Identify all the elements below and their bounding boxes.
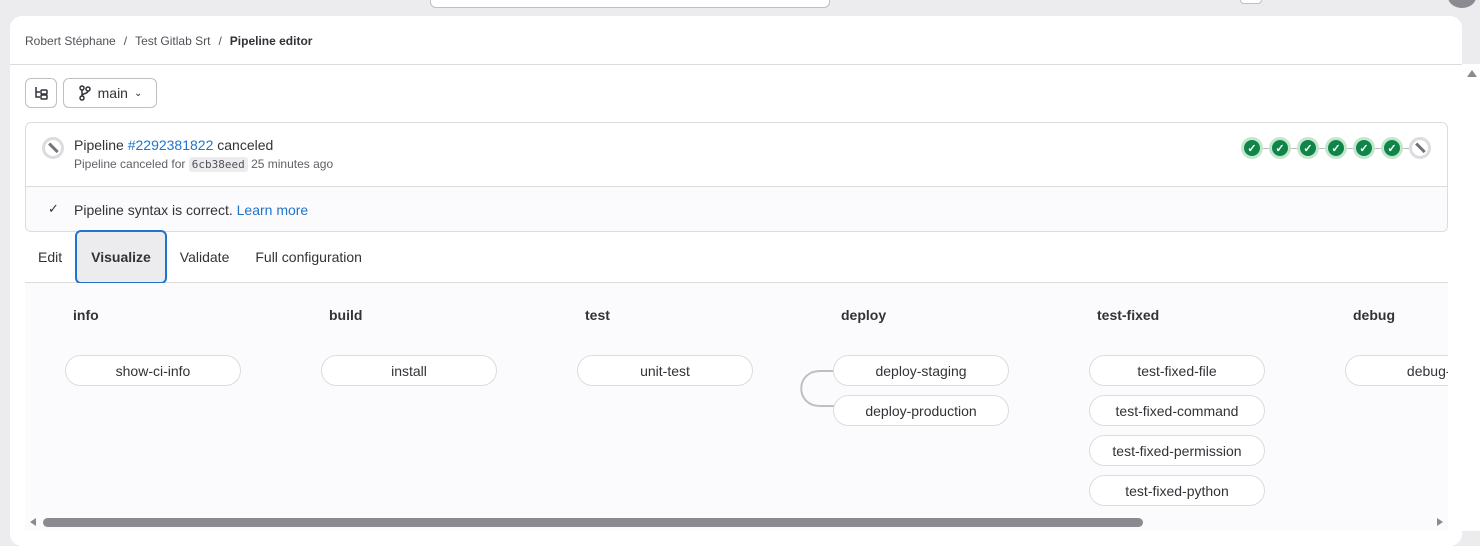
mini-pipeline-graph: ✓ ✓ ✓ ✓ ✓ ✓ xyxy=(1241,137,1431,159)
tab-validate[interactable]: Validate xyxy=(167,232,243,283)
divider xyxy=(10,64,1480,65)
chevron-down-icon: ⌄ xyxy=(133,87,143,99)
tab-visualize[interactable]: Visualize xyxy=(75,230,167,284)
stage-header: info xyxy=(73,307,99,323)
job-pill[interactable]: unit-test xyxy=(577,355,753,386)
pipeline-time: 25 minutes ago xyxy=(251,157,334,171)
commit-sha[interactable]: 6cb38eed xyxy=(188,157,248,172)
tab-edit[interactable]: Edit xyxy=(25,232,75,283)
validation-message: Pipeline syntax is correct. xyxy=(74,202,233,218)
job-pill[interactable]: test-fixed-file xyxy=(1089,355,1265,386)
validation-bar: ✓ Pipeline syntax is correct. Learn more xyxy=(26,186,1447,231)
file-tree-icon xyxy=(35,87,48,100)
pipeline-subtitle: Pipeline canceled for 6cb38eed 25 minute… xyxy=(74,157,334,172)
pipeline-label: Pipeline xyxy=(74,137,124,153)
scroll-right-icon[interactable] xyxy=(1437,518,1443,526)
scroll-up-icon[interactable] xyxy=(1467,70,1477,77)
stage-canceled-icon[interactable] xyxy=(1409,137,1431,159)
branch-name: main xyxy=(97,85,128,101)
pipeline-title: Pipeline #2292381822 canceled xyxy=(74,137,273,153)
stage-header: deploy xyxy=(841,307,887,323)
branch-selector[interactable]: main ⌄ xyxy=(63,78,157,108)
stage-success-icon[interactable]: ✓ xyxy=(1381,137,1403,159)
pipeline-link[interactable]: #2292381822 xyxy=(128,137,214,153)
vertical-scrollbar[interactable] xyxy=(1462,64,1480,531)
editor-tabs: Edit Visualize Validate Full configurati… xyxy=(25,230,1448,284)
check-icon: ✓ xyxy=(48,201,59,216)
stage-header: debug xyxy=(1353,307,1395,323)
learn-more-link[interactable]: Learn more xyxy=(237,202,309,218)
file-tree-button[interactable] xyxy=(25,78,57,108)
stage-success-icon[interactable]: ✓ xyxy=(1297,137,1319,159)
top-bar-button[interactable] xyxy=(1240,0,1262,4)
stage-header: build xyxy=(329,307,363,323)
tab-full-configuration[interactable]: Full configuration xyxy=(242,232,375,283)
job-pill[interactable]: deploy-production xyxy=(833,395,1009,426)
stage-success-icon[interactable]: ✓ xyxy=(1353,137,1375,159)
breadcrumb: Robert Stéphane / Test Gitlab Srt / Pipeli… xyxy=(25,34,313,48)
job-pill[interactable]: test-fixed-permission xyxy=(1089,435,1265,466)
pipeline-graph: info show-ci-info build install test unit-tes… xyxy=(25,283,1448,531)
subtitle-text: Pipeline canceled for xyxy=(74,157,186,171)
pipeline-status-text: canceled xyxy=(217,137,274,153)
stage-success-icon[interactable]: ✓ xyxy=(1241,137,1263,159)
breadcrumb-project[interactable]: Test Gitlab Srt xyxy=(135,34,210,48)
breadcrumb-current[interactable]: Pipeline editor xyxy=(230,34,313,48)
stage-success-icon[interactable]: ✓ xyxy=(1325,137,1347,159)
pipeline-status-box: Pipeline #2292381822 canceled Pipeline c… xyxy=(25,122,1448,232)
canceled-status-icon[interactable] xyxy=(42,137,64,159)
job-pill[interactable]: test-fixed-command xyxy=(1089,395,1265,426)
breadcrumb-user[interactable]: Robert Stéphane xyxy=(25,34,116,48)
scrollbar-thumb[interactable] xyxy=(43,518,1143,527)
job-pill[interactable]: show-ci-info xyxy=(65,355,241,386)
top-search-input[interactable] xyxy=(430,0,830,8)
validation-text: Pipeline syntax is correct. Learn more xyxy=(74,202,308,218)
horizontal-scrollbar[interactable] xyxy=(25,514,1448,531)
job-pill[interactable]: install xyxy=(321,355,497,386)
job-pill[interactable]: deploy-staging xyxy=(833,355,1009,386)
user-avatar[interactable] xyxy=(1448,0,1476,8)
job-pill[interactable]: test-fixed-python xyxy=(1089,475,1265,506)
stage-success-icon[interactable]: ✓ xyxy=(1269,137,1291,159)
branch-icon xyxy=(78,85,91,101)
stage-header: test-fixed xyxy=(1097,307,1160,323)
stage-header: test xyxy=(585,307,610,323)
job-pill[interactable]: debug-tr xyxy=(1345,355,1448,386)
scroll-left-icon[interactable] xyxy=(30,518,36,526)
